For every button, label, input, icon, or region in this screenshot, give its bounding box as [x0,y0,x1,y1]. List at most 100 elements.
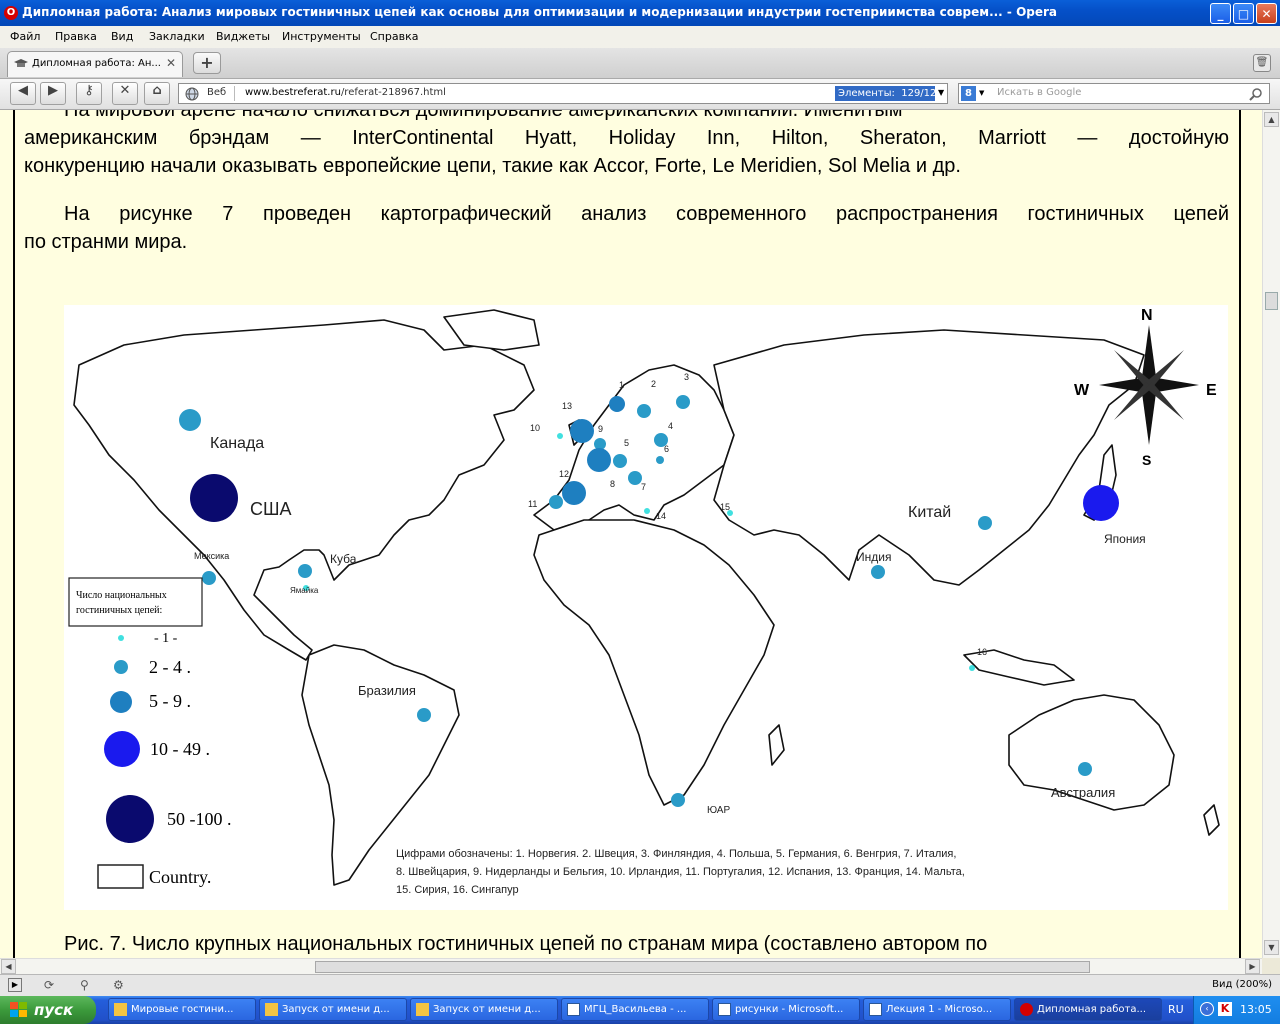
circle-mexico [202,571,216,585]
forward-button[interactable]: ▶ [40,82,66,105]
clock[interactable]: 13:05 [1240,1003,1272,1016]
google-icon[interactable]: 8 [961,86,976,101]
word-document-icon [718,1003,731,1016]
label-sar: ЮАР [707,805,730,816]
share-icon[interactable]: ⚲ [80,978,89,992]
menu-help[interactable]: Справка [370,30,418,43]
back-button[interactable]: ◀ [10,82,36,105]
sync-icon[interactable]: ⟳ [44,978,54,992]
label-china: Китай [908,504,951,521]
number-label: 8 [610,479,615,489]
svg-text:Цифрами обозначены: 1. Норвеги: Цифрами обозначены: 1. Норвегия. 2. Швец… [396,848,956,860]
svg-text:Country.: Country. [149,867,211,887]
menu-widgets[interactable]: Виджеты [216,30,270,43]
africa-shape [533,519,775,806]
menu-bar: Файл Правка Вид Закладки Виджеты Инструм… [0,26,1280,49]
menu-file[interactable]: Файл [10,30,40,43]
find-in-page-indicator[interactable]: Элементы: 129/12 [835,86,936,101]
circle-sar [671,793,685,807]
number-label: 7 [641,482,646,492]
menu-edit[interactable]: Правка [55,30,97,43]
number-label: 15 [720,502,730,512]
svg-text:- 1 -: - 1 - [154,631,178,646]
label-brazil: Бразилия [358,683,416,698]
folder-icon [416,1003,429,1016]
asia-shape [713,329,1145,586]
trash-icon[interactable]: 🗑 [1253,54,1271,72]
number-label: 11 [528,499,537,509]
circle-germany [613,454,627,468]
tab-diploma[interactable]: Дипломная работа: Ан... ✕ [7,51,183,77]
new-tab-button[interactable]: + [193,52,221,74]
taskbar-item-word[interactable]: Лекция 1 - Microso... [863,998,1011,1021]
number-label: 4 [668,421,673,431]
circle-hungary [656,456,664,464]
search-box[interactable]: 8 ▼ Искать в Google [958,83,1270,104]
web-label: Веб [207,87,227,98]
minimize-button[interactable]: _ [1210,3,1231,24]
taskbar-item-folder[interactable]: Запуск от имени д... [259,998,407,1021]
search-icon[interactable] [1249,87,1263,101]
opera-logo-icon: O [4,6,18,20]
scroll-right-button[interactable]: ▶ [1245,959,1260,974]
close-window-button[interactable]: ✕ [1256,3,1277,24]
window-title: Дипломная работа: Анализ мировых гостини… [22,5,1058,19]
paragraph-line: американским брэндам — InterContinental … [24,127,1229,149]
label-cuba: Куба [330,552,357,566]
vertical-scroll-thumb[interactable] [1265,292,1278,310]
figure-caption: Рис. 7. Число крупных национальных гости… [64,933,988,955]
chevron-down-icon[interactable]: ▼ [938,88,944,97]
number-label: 10 [530,423,540,433]
circle-cuba [298,564,312,578]
circle-france [587,448,611,472]
map-notes: Цифрами обозначены: 1. Норвегия. 2. Швец… [396,848,965,896]
circle-japan [1083,485,1119,521]
number-label: 16 [977,647,987,657]
word-document-icon [567,1003,580,1016]
scroll-left-button[interactable]: ◀ [1,959,16,974]
europe-shape [533,364,735,531]
label-mexico: Мексика [194,551,229,561]
tray-arrow-icon[interactable]: ‹ [1200,1002,1214,1016]
maximize-button[interactable]: □ [1233,3,1254,24]
start-button[interactable]: пуск [0,996,96,1024]
stop-button[interactable]: ✕ [112,82,138,105]
chevron-down-icon[interactable]: ▼ [979,89,984,97]
status-bar: ▶ ⟳ ⚲ ⚙ Вид (200%) [0,974,1280,996]
windows-logo-icon [10,1002,27,1017]
settings-icon[interactable]: ⚙ [113,978,124,992]
menu-view[interactable]: Вид [111,30,133,43]
panel-toggle-icon[interactable]: ▶ [8,978,22,992]
horizontal-scrollbar[interactable]: ◀ ▶ [0,958,1262,974]
title-bar: O Дипломная работа: Анализ мировых гости… [0,0,1280,26]
zoom-level[interactable]: Вид (200%) [1212,979,1272,990]
taskbar-item-folder[interactable]: Мировые гостини... [108,998,256,1021]
antivirus-icon[interactable]: K [1218,1002,1232,1016]
folder-icon [114,1003,127,1016]
scroll-up-button[interactable]: ▲ [1264,112,1279,127]
menu-tools[interactable]: Инструменты [282,30,361,43]
svg-text:10 - 49 .: 10 - 49 . [150,739,210,759]
tab-close-icon[interactable]: ✕ [166,56,176,70]
circle-india [871,565,885,579]
taskbar-item-word[interactable]: рисунки - Microsoft... [712,998,860,1021]
circle-sweden [637,404,651,418]
taskbar-item-folder[interactable]: Запуск от имени д... [410,998,558,1021]
madagascar-shape [768,724,785,766]
menu-bookmarks[interactable]: Закладки [149,30,205,43]
compass-e-label: E [1206,382,1217,399]
taskbar-item-word[interactable]: МГЦ_Васильева - ... [561,998,709,1021]
compass-n-label: N [1141,307,1153,324]
tab-bar: Дипломная работа: Ан... ✕ + 🗑 [0,48,1280,79]
address-bar[interactable]: Веб www.bestreferat.ru/referat-218967.ht… [178,83,948,104]
scroll-down-button[interactable]: ▼ [1264,940,1279,955]
svg-text:15. Сирия, 16. Сингапур: 15. Сирия, 16. Сингапур [396,884,519,896]
home-button[interactable]: ⌂ [144,82,170,105]
circle-brazil [417,708,431,722]
svg-text:5 - 9 .: 5 - 9 . [149,691,191,711]
vertical-scrollbar[interactable]: ▲ ▼ [1262,110,1280,958]
language-indicator[interactable]: RU [1168,1003,1184,1016]
taskbar-item-opera[interactable]: Дипломная работа... [1014,998,1162,1021]
key-icon[interactable]: ⚷ [76,82,102,105]
horizontal-scroll-thumb[interactable] [315,961,1090,973]
